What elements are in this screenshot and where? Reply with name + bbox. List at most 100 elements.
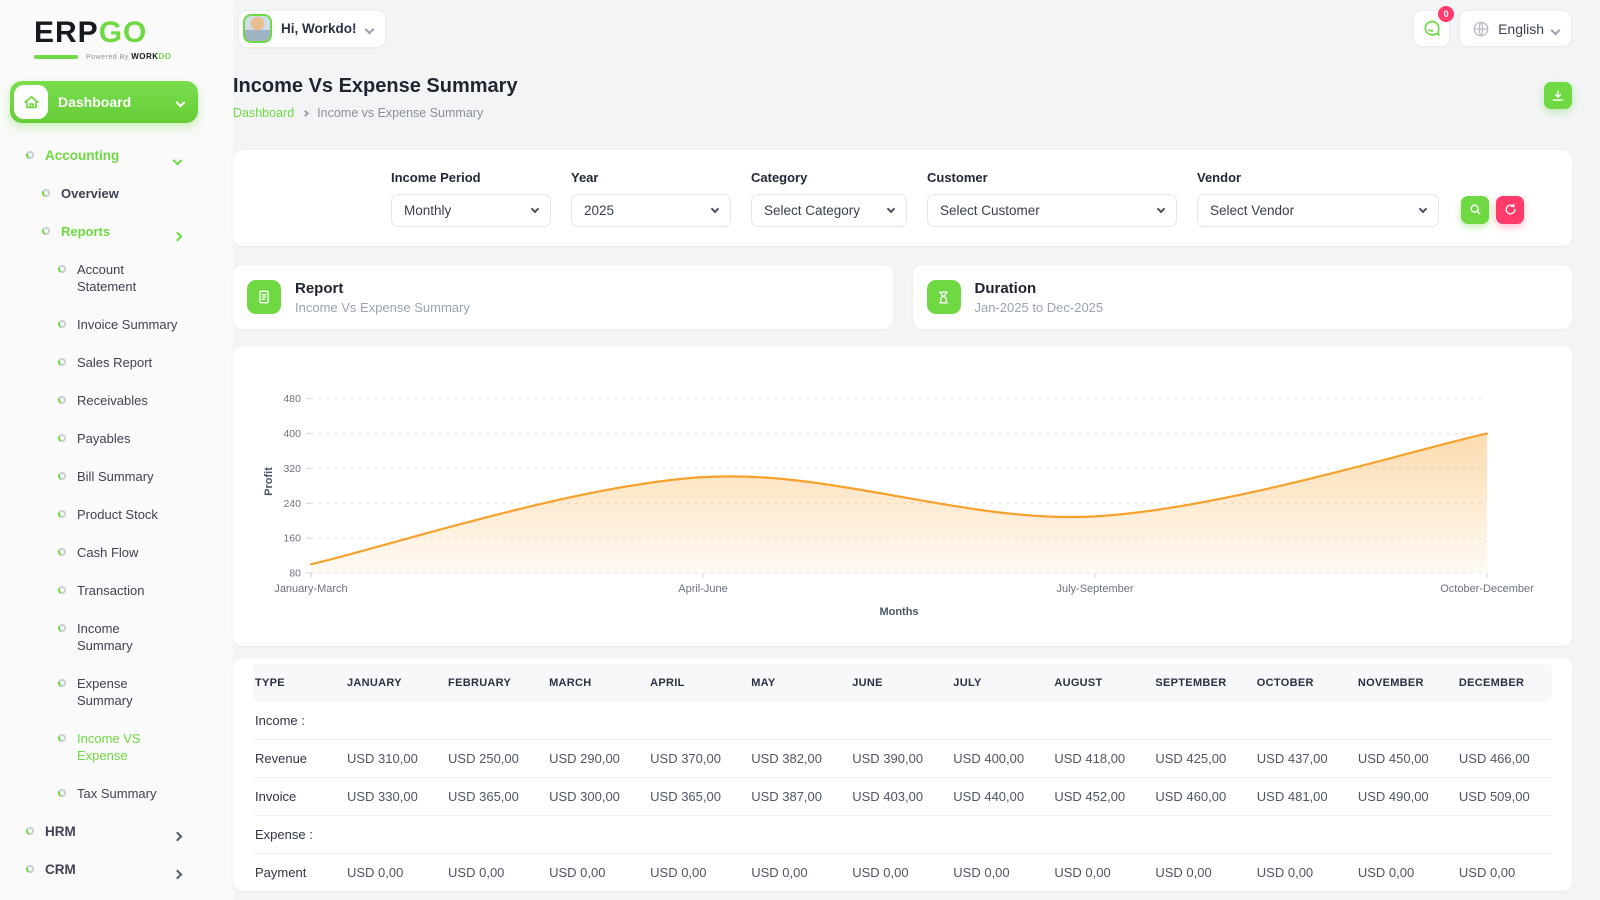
dashboard-label: Dashboard: [58, 94, 177, 110]
amount-cell: USD 382,00: [743, 740, 844, 778]
sidebar-item-product-stock[interactable]: Product Stock: [0, 506, 233, 523]
income-period-select[interactable]: Monthly: [391, 194, 551, 227]
bullet-icon: [58, 624, 66, 632]
amount-cell: USD 450,00: [1350, 740, 1451, 778]
year-select[interactable]: 2025: [571, 194, 731, 227]
sidebar-item-invoice-summary[interactable]: Invoice Summary: [0, 316, 233, 333]
sidebar-item-expense-summary[interactable]: Expense Summary: [0, 675, 233, 709]
summary-table-card: TYPEJANUARYFEBRUARYMARCHAPRILMAYJUNEJULY…: [233, 658, 1572, 891]
bullet-icon: [58, 434, 66, 442]
svg-text:January-March: January-March: [274, 583, 347, 595]
column-header: TYPE: [253, 664, 339, 702]
sidebar-item-dashboard[interactable]: Dashboard: [10, 81, 198, 123]
download-button[interactable]: [1544, 82, 1572, 109]
sidebar-item-hrm[interactable]: HRM: [0, 823, 233, 840]
row-type: Invoice: [253, 778, 339, 816]
sidebar-item-income-vs-expense[interactable]: Income VS Expense: [0, 730, 233, 764]
svg-text:October-December: October-December: [1440, 583, 1534, 595]
sidebar-item-cash-flow[interactable]: Cash Flow: [0, 544, 233, 561]
sidebar-item-bill-summary[interactable]: Bill Summary: [0, 468, 233, 485]
sidebar-item-label: Product Stock: [77, 506, 158, 523]
chevron-down-icon: [366, 20, 373, 38]
svg-text:July-September: July-September: [1056, 583, 1133, 595]
reset-button[interactable]: [1496, 196, 1524, 224]
amount-cell: USD 509,00: [1451, 778, 1552, 816]
bullet-icon: [58, 548, 66, 556]
bullet-icon: [58, 320, 66, 328]
user-menu[interactable]: Hi, Workdo!: [238, 10, 386, 48]
sidebar-item-income-summary[interactable]: Income Summary: [0, 620, 233, 654]
filter-label: Customer: [927, 170, 1177, 185]
chevron-right-icon: [174, 865, 181, 882]
refresh-icon: [1504, 203, 1517, 216]
column-header: MAY: [743, 664, 844, 702]
amount-cell: USD 0,00: [743, 854, 844, 892]
svg-text:80: 80: [289, 568, 301, 580]
customer-select[interactable]: Select Customer: [927, 194, 1177, 227]
sidebar-item-crm[interactable]: CRM: [0, 861, 233, 878]
bullet-icon: [26, 827, 34, 835]
filter-vendor: VendorSelect Vendor: [1197, 170, 1439, 227]
bullet-icon: [58, 472, 66, 480]
breadcrumb-link-dashboard[interactable]: Dashboard: [233, 106, 294, 120]
sidebar-item-label: Sales Report: [77, 354, 152, 371]
bullet-icon: [26, 865, 34, 873]
amount-cell: USD 0,00: [1249, 854, 1350, 892]
svg-text:400: 400: [283, 428, 301, 440]
search-icon: [1469, 203, 1482, 216]
sidebar-item-payables[interactable]: Payables: [0, 430, 233, 447]
column-header: AUGUST: [1046, 664, 1147, 702]
notifications-button[interactable]: 0: [1413, 10, 1450, 47]
sidebar-item-account-statement[interactable]: Account Statement: [0, 261, 233, 295]
avatar: [243, 14, 272, 43]
amount-cell: USD 425,00: [1147, 740, 1248, 778]
column-header: DECEMBER: [1451, 664, 1552, 702]
report-card-title: Report: [295, 280, 470, 297]
category-select[interactable]: Select Category: [751, 194, 907, 227]
vendor-select[interactable]: Select Vendor: [1197, 194, 1439, 227]
download-icon: [1551, 89, 1565, 103]
svg-text:160: 160: [283, 533, 301, 545]
breadcrumb-current: Income vs Expense Summary: [317, 106, 483, 120]
chevron-down-icon: [1157, 204, 1165, 212]
section-label: Expense :: [253, 816, 339, 854]
sidebar-item-sales-report[interactable]: Sales Report: [0, 354, 233, 371]
chevron-right-icon: [174, 827, 181, 844]
sidebar-item-label: Overview: [61, 185, 119, 202]
selected-value: Monthly: [404, 203, 451, 218]
amount-cell: USD 481,00: [1249, 778, 1350, 816]
sidebar-item-receivables[interactable]: Receivables: [0, 392, 233, 409]
bullet-icon: [42, 189, 50, 197]
amount-cell: USD 0,00: [945, 854, 1046, 892]
column-header: NOVEMBER: [1350, 664, 1451, 702]
sidebar-item-overview[interactable]: Overview: [0, 185, 233, 202]
sidebar-nav: Accounting Overview Reports Account Stateme…: [0, 147, 233, 878]
report-card: Report Income Vs Expense Summary: [233, 265, 893, 329]
table-row-revenue: RevenueUSD 310,00USD 250,00USD 290,00USD…: [253, 740, 1552, 778]
amount-cell: USD 0,00: [1046, 854, 1147, 892]
search-button[interactable]: [1461, 196, 1489, 224]
topbar: Hi, Workdo! 0 English: [233, 0, 1572, 57]
sidebar-item-tax-summary[interactable]: Tax Summary: [0, 785, 233, 802]
sidebar-item-label: CRM: [45, 861, 76, 878]
bullet-icon: [58, 396, 66, 404]
amount-cell: USD 365,00: [642, 778, 743, 816]
duration-card-subtitle: Jan-2025 to Dec-2025: [975, 300, 1104, 315]
sidebar-item-transaction[interactable]: Transaction: [0, 582, 233, 599]
table-row-payment: PaymentUSD 0,00USD 0,00USD 0,00USD 0,00U…: [253, 854, 1552, 892]
bullet-icon: [26, 151, 34, 159]
income-expense-table: TYPEJANUARYFEBRUARYMARCHAPRILMAYJUNEJULY…: [253, 664, 1552, 891]
sidebar-item-accounting[interactable]: Accounting: [0, 147, 233, 164]
logo-text-go: GO: [99, 16, 148, 49]
duration-card-title: Duration: [975, 280, 1104, 297]
amount-cell: USD 310,00: [339, 740, 440, 778]
breadcrumb: Dashboard Income vs Expense Summary: [233, 106, 518, 120]
sidebar-item-reports[interactable]: Reports: [0, 223, 233, 240]
column-header: SEPTEMBER: [1147, 664, 1248, 702]
amount-cell: USD 365,00: [440, 778, 541, 816]
greeting: Hi, Workdo!: [281, 21, 357, 36]
language-selector[interactable]: English: [1459, 10, 1572, 47]
svg-text:April-June: April-June: [678, 583, 728, 595]
chevron-down-icon: [711, 204, 719, 212]
sidebar-item-label: Account Statement: [77, 261, 178, 295]
